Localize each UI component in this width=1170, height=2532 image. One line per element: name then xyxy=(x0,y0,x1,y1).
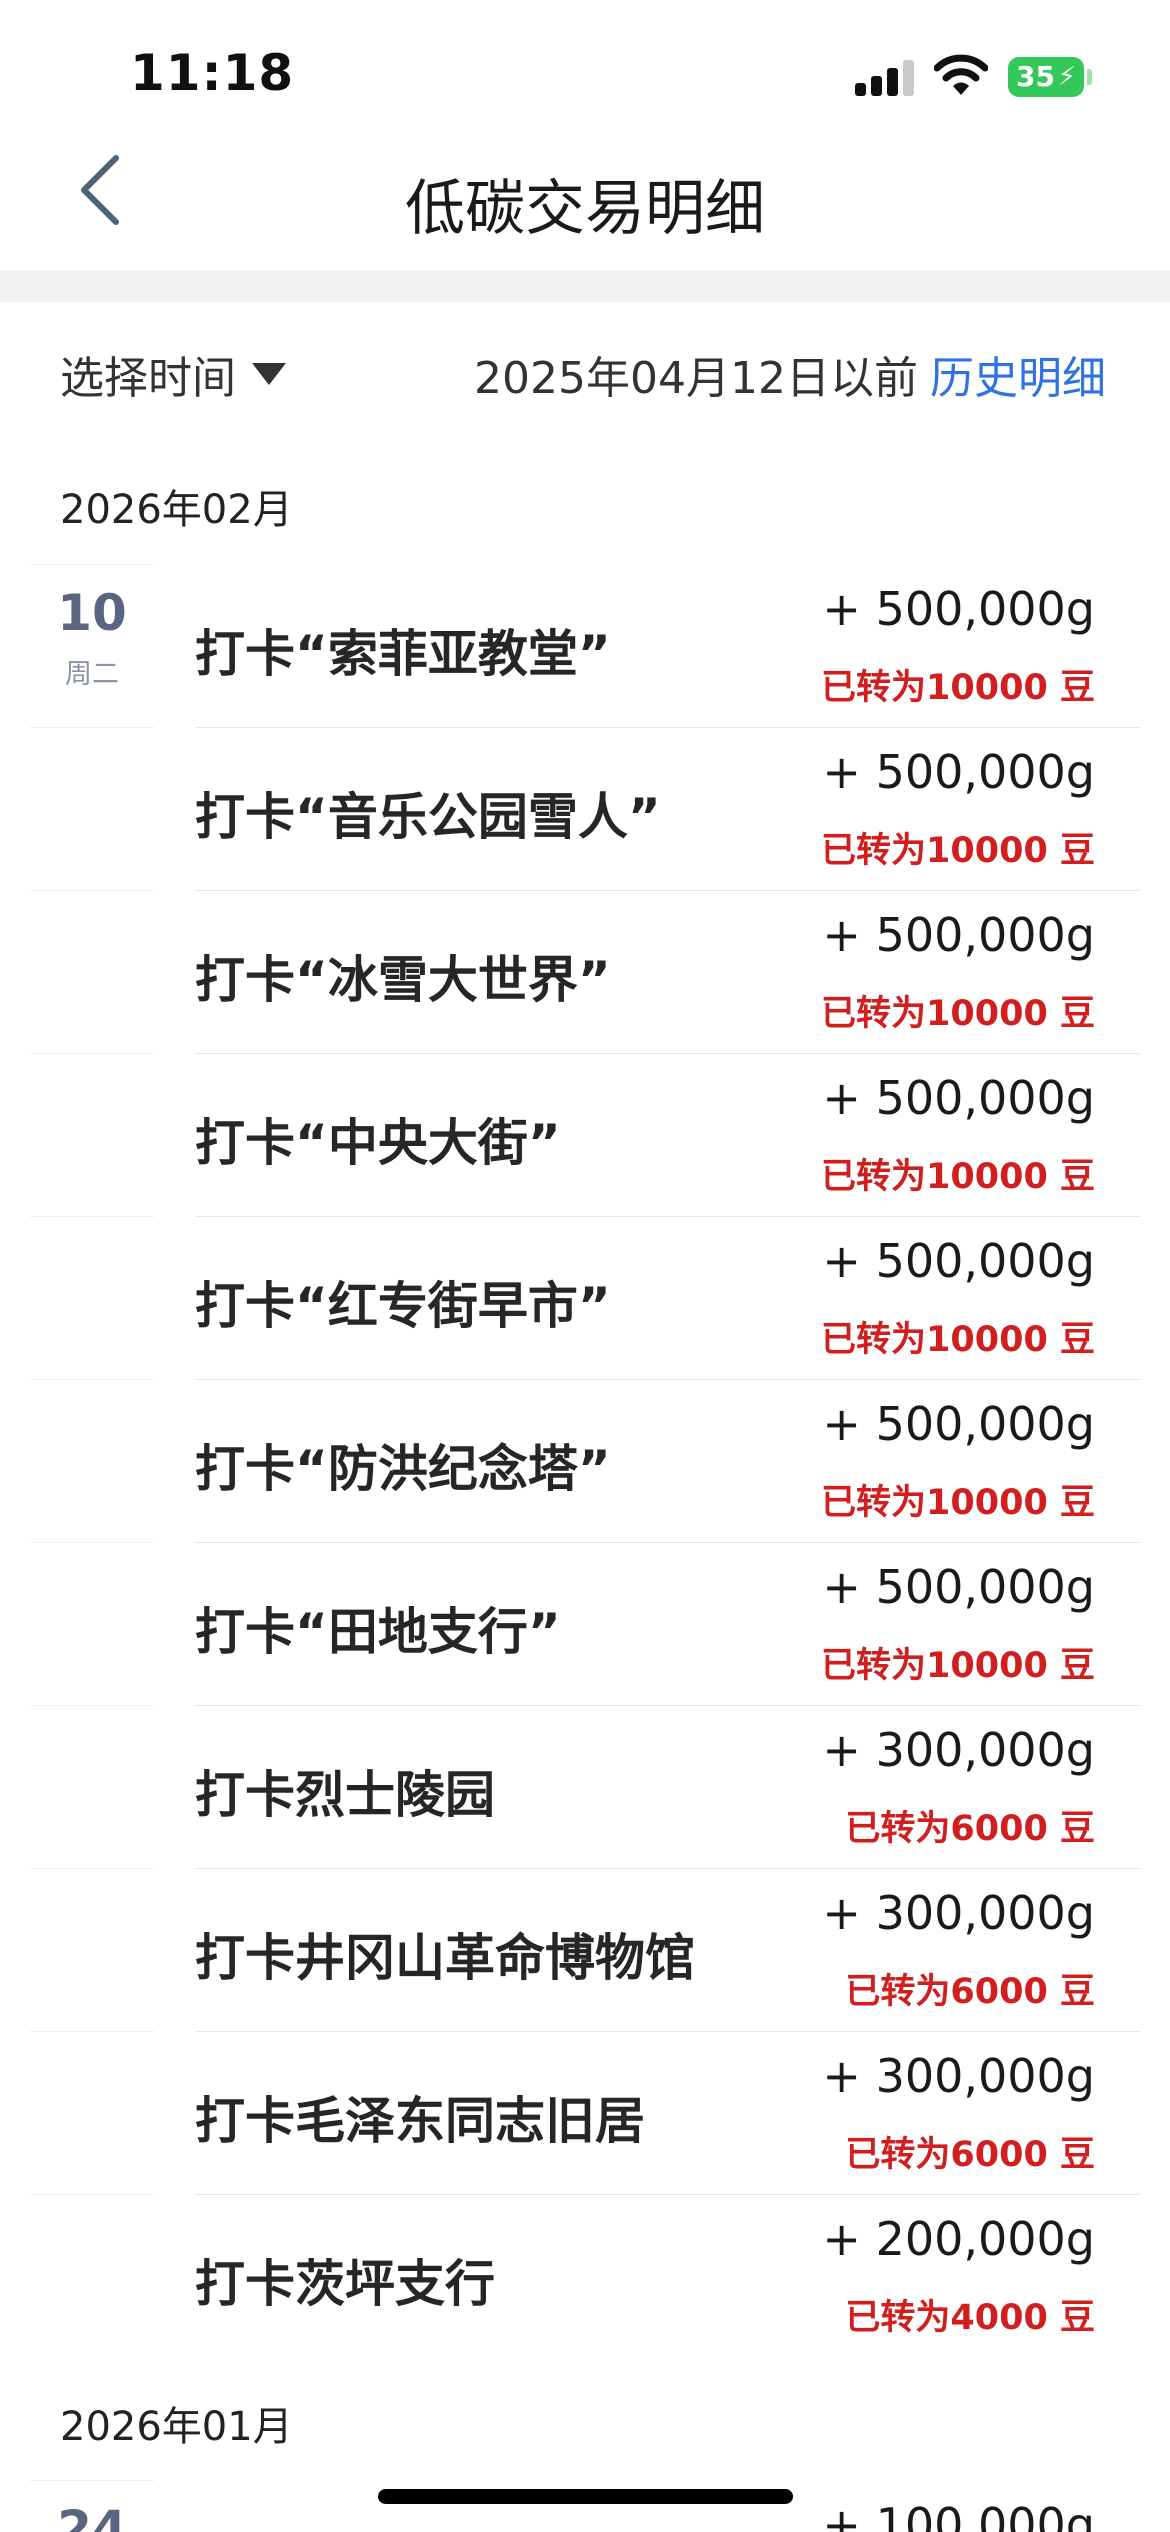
time-filter-dropdown[interactable]: 选择时间 xyxy=(60,342,286,406)
date-day: 10 xyxy=(57,584,127,642)
date-day: 24 xyxy=(57,2500,127,2532)
transaction-row[interactable]: 打卡“防洪纪念塔” + 500,000g 已转为10000 豆 xyxy=(0,1379,1170,1542)
row-divider xyxy=(30,1868,154,1869)
history-link[interactable]: 历史明细 xyxy=(930,342,1106,406)
transaction-amount: + 500,000g xyxy=(822,1071,1095,1125)
converted-beans: 已转为10000 豆 xyxy=(821,994,1095,1034)
time-filter-label: 选择时间 xyxy=(60,353,236,404)
transaction-amount: + 300,000g xyxy=(822,2049,1095,2103)
page-title: 低碳交易明细 xyxy=(405,174,765,244)
transaction-row[interactable]: 24 + 100,000g xyxy=(0,2480,1170,2532)
row-divider xyxy=(30,2480,154,2481)
transaction-title: 打卡茨坪支行 xyxy=(195,2255,495,2313)
row-divider xyxy=(30,1705,154,1706)
date-weekday: 周二 xyxy=(65,659,119,690)
row-divider xyxy=(30,1379,154,1380)
transaction-title: 打卡烈士陵园 xyxy=(195,1766,495,1824)
row-divider xyxy=(30,1216,154,1217)
transaction-row[interactable]: 打卡“红专街早市” + 500,000g 已转为10000 豆 xyxy=(0,1216,1170,1379)
row-divider xyxy=(30,2031,154,2032)
transaction-row[interactable]: 打卡井冈山革命博物馆 + 300,000g 已转为6000 豆 xyxy=(0,1868,1170,2031)
transaction-title: 打卡“索菲亚教堂” xyxy=(195,625,611,683)
row-divider xyxy=(30,2194,154,2195)
transaction-amount: + 500,000g xyxy=(822,582,1095,636)
transaction-amount: + 500,000g xyxy=(822,1234,1095,1288)
converted-beans: 已转为6000 豆 xyxy=(845,1972,1095,2012)
row-divider xyxy=(30,727,154,728)
status-bar: 11:18 35 ⚡ xyxy=(0,0,1170,150)
transaction-title: 打卡“音乐公园雪人” xyxy=(195,788,661,846)
transaction-row[interactable]: 打卡烈士陵园 + 300,000g 已转为6000 豆 xyxy=(0,1705,1170,1868)
divider-band xyxy=(0,270,1170,302)
transaction-amount: + 500,000g xyxy=(822,908,1095,962)
home-indicator xyxy=(378,2489,793,2504)
converted-beans: 已转为10000 豆 xyxy=(821,1157,1095,1197)
row-divider xyxy=(30,1542,154,1543)
transaction-row[interactable]: 打卡“冰雪大世界” + 500,000g 已转为10000 豆 xyxy=(0,890,1170,1053)
transaction-title: 打卡“防洪纪念塔” xyxy=(195,1440,611,1498)
transaction-title: 打卡井冈山革命博物馆 xyxy=(195,1929,695,1987)
row-divider xyxy=(30,1053,154,1054)
month-header: 2026年01月 xyxy=(60,2404,293,2450)
wifi-icon xyxy=(934,54,988,95)
row-divider xyxy=(195,1542,1140,1543)
transaction-title: 打卡“冰雪大世界” xyxy=(195,951,611,1009)
transaction-row[interactable]: 10 周二 打卡“索菲亚教堂” + 500,000g 已转为10000 豆 xyxy=(0,564,1170,727)
battery-cap xyxy=(1087,69,1092,85)
row-divider xyxy=(195,727,1140,728)
row-divider xyxy=(195,1868,1140,1869)
transaction-title: 打卡“红专街早市” xyxy=(195,1277,611,1335)
converted-beans: 已转为10000 豆 xyxy=(821,831,1095,871)
charging-bolt-icon: ⚡ xyxy=(1057,62,1076,92)
date-range-info: 2025年04月12日以前 历史明细 xyxy=(474,342,1106,406)
transaction-amount: + 500,000g xyxy=(822,1397,1095,1451)
transaction-amount: + 500,000g xyxy=(822,745,1095,799)
transaction-row[interactable]: 打卡茨坪支行 + 200,000g 已转为4000 豆 xyxy=(0,2194,1170,2357)
transaction-title: 打卡毛泽东同志旧居 xyxy=(195,2092,645,2150)
row-divider xyxy=(30,564,154,565)
converted-beans: 已转为10000 豆 xyxy=(821,668,1095,708)
converted-beans: 已转为10000 豆 xyxy=(821,1320,1095,1360)
row-divider xyxy=(195,1379,1140,1380)
battery-icon: 35 ⚡ xyxy=(1008,57,1084,97)
transaction-amount: + 300,000g xyxy=(822,1723,1095,1777)
transaction-amount: + 500,000g xyxy=(822,1560,1095,1614)
transaction-amount: + 100,000g xyxy=(822,2498,1095,2532)
converted-beans: 已转为10000 豆 xyxy=(821,1646,1095,1686)
status-time: 11:18 xyxy=(130,44,295,102)
row-divider xyxy=(30,890,154,891)
transaction-row[interactable]: 打卡“中央大街” + 500,000g 已转为10000 豆 xyxy=(0,1053,1170,1216)
row-divider xyxy=(195,2194,1140,2195)
row-divider xyxy=(195,1705,1140,1706)
page: 11:18 35 ⚡ 低碳交易明细 选择时间 2025年04月12日以前 历史明… xyxy=(0,0,1170,2532)
date-range-text: 2025年04月12日以前 xyxy=(474,353,918,404)
converted-beans: 已转为6000 豆 xyxy=(845,2135,1095,2175)
battery-level: 35 xyxy=(1016,60,1055,93)
caret-down-icon xyxy=(252,363,286,385)
month-header: 2026年02月 xyxy=(60,487,293,533)
converted-beans: 已转为6000 豆 xyxy=(845,1809,1095,1849)
cellular-signal-icon xyxy=(855,60,915,96)
converted-beans: 已转为4000 豆 xyxy=(845,2298,1095,2338)
converted-beans: 已转为10000 豆 xyxy=(821,1483,1095,1523)
transaction-row[interactable]: 打卡“田地支行” + 500,000g 已转为10000 豆 xyxy=(0,1542,1170,1705)
row-divider xyxy=(195,1053,1140,1054)
row-divider xyxy=(195,1216,1140,1217)
transaction-row[interactable]: 打卡毛泽东同志旧居 + 300,000g 已转为6000 豆 xyxy=(0,2031,1170,2194)
transaction-amount: + 200,000g xyxy=(822,2212,1095,2266)
transaction-amount: + 300,000g xyxy=(822,1886,1095,1940)
row-divider xyxy=(195,2031,1140,2032)
transaction-title: 打卡“田地支行” xyxy=(195,1603,561,1661)
row-divider xyxy=(195,890,1140,891)
transaction-row[interactable]: 打卡“音乐公园雪人” + 500,000g 已转为10000 豆 xyxy=(0,727,1170,890)
transaction-title: 打卡“中央大街” xyxy=(195,1114,561,1172)
